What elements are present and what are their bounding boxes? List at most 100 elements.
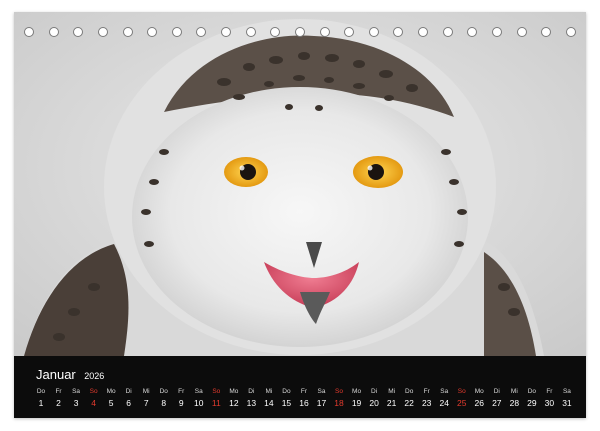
day-column: Mi 14 [262, 387, 276, 415]
day-column: Fr 2 [52, 387, 66, 415]
day-row: Do 1 Fr 2 Sa 3 So 4 Mo 5 Di 6 Mi 7 Do 8 Fr 9 Sa 10 So 11 Mo 12 D… [34, 387, 574, 415]
weekday-label: Sa [440, 388, 449, 395]
day-column: Do 1 [34, 387, 48, 415]
day-number: 9 [178, 398, 184, 408]
owl-right-eye [353, 156, 403, 188]
day-number: 5 [108, 398, 114, 408]
day-number: 8 [161, 398, 167, 408]
calendar-page: Januar 2026 Do 1 Fr 2 Sa 3 So 4 Mo 5 Di 6 Mi 7 Do 8 Fr 9 S… [14, 12, 586, 418]
binding-hole [393, 27, 404, 37]
year-label: 2026 [84, 371, 105, 381]
day-column: Mo 26 [472, 387, 486, 415]
owl-left-eye [224, 157, 268, 187]
day-column: Sa 31 [560, 387, 574, 415]
day-column: Fr 9 [174, 387, 188, 415]
day-column: Sa 17 [315, 387, 329, 415]
day-number: 13 [246, 398, 257, 408]
weekday-label: Fr [546, 388, 553, 395]
binding-hole [270, 27, 281, 37]
day-column: So 25 [455, 387, 469, 415]
day-column: Mi 7 [139, 387, 153, 415]
weekday-label: Di [125, 388, 132, 395]
weekday-label: Mo [474, 388, 484, 395]
day-number: 2 [56, 398, 61, 408]
day-column: Mo 5 [104, 387, 118, 415]
day-number: 3 [73, 398, 79, 408]
day-column: Mo 12 [227, 387, 241, 415]
binding-hole [196, 27, 207, 37]
day-column: Do 15 [279, 387, 293, 415]
day-column: So 18 [332, 387, 346, 415]
weekday-label: Mi [510, 388, 518, 395]
binding-hole [24, 27, 34, 37]
day-column: Sa 24 [437, 387, 451, 415]
day-number: 29 [527, 398, 537, 408]
weekday-label: Mo [106, 388, 116, 395]
weekday-label: Fr [423, 388, 430, 395]
day-number: 6 [126, 398, 132, 408]
binding-hole [516, 27, 527, 37]
binding-hole [245, 27, 256, 37]
binding-hole [541, 27, 552, 37]
day-number: 24 [439, 398, 449, 408]
month-label: Januar [36, 367, 76, 382]
calendar-strip: Januar 2026 Do 1 Fr 2 Sa 3 So 4 Mo 5 Di 6 Mi 7 Do 8 Fr 9 S… [14, 356, 586, 418]
day-column: Di 20 [367, 387, 381, 415]
weekday-label: So [457, 388, 466, 395]
day-number: 17 [316, 398, 327, 408]
day-column: Di 13 [244, 387, 258, 415]
day-column: Do 8 [157, 387, 171, 415]
day-number: 25 [457, 398, 467, 408]
weekday-label: Do [405, 388, 414, 395]
owl-photo [14, 12, 586, 356]
day-number: 15 [281, 398, 292, 408]
day-number: 22 [404, 398, 414, 408]
day-number: 26 [474, 398, 485, 408]
weekday-label: Do [282, 388, 291, 395]
weekday-label: Sa [317, 388, 326, 395]
binding-hole [97, 27, 108, 37]
day-column: Mi 21 [385, 387, 399, 415]
weekday-label: Fr [55, 388, 62, 395]
day-number: 31 [562, 398, 572, 408]
day-number: 4 [91, 398, 96, 408]
weekday-label: Di [371, 388, 378, 395]
binding-hole [48, 27, 59, 37]
spiral-binding [24, 26, 576, 38]
weekday-label: Fr [178, 388, 185, 395]
weekday-label: So [335, 388, 343, 395]
day-column: Fr 30 [542, 387, 556, 415]
day-column: Do 29 [525, 387, 539, 415]
weekday-label: Sa [194, 388, 203, 395]
month-title: Januar 2026 [36, 366, 104, 384]
weekday-label: Fr [300, 388, 308, 395]
day-number: 28 [509, 398, 520, 408]
day-column: Fr 16 [297, 387, 311, 415]
weekday-label: Mo [229, 388, 239, 395]
day-number: 18 [334, 398, 344, 408]
day-column: Di 27 [490, 387, 504, 415]
day-number: 10 [194, 398, 204, 408]
binding-hole [294, 27, 305, 37]
day-number: 19 [351, 398, 362, 408]
weekday-label: Mo [352, 388, 362, 395]
day-number: 1 [38, 398, 44, 408]
binding-hole [565, 27, 576, 37]
day-number: 21 [386, 398, 397, 408]
weekday-label: Sa [72, 388, 81, 395]
weekday-label: Sa [562, 388, 571, 395]
binding-hole [418, 27, 428, 37]
binding-hole [171, 27, 182, 37]
day-column: Sa 10 [192, 387, 206, 415]
weekday-label: Do [36, 388, 46, 395]
weekday-label: Di [248, 388, 255, 395]
binding-hole [467, 27, 478, 37]
binding-hole [147, 27, 158, 37]
weekday-label: Mi [388, 388, 396, 395]
binding-hole [491, 27, 502, 37]
day-column: So 11 [209, 387, 223, 415]
binding-hole [122, 27, 133, 37]
weekday-label: So [89, 388, 98, 395]
day-number: 23 [421, 398, 432, 408]
weekday-label: So [212, 388, 221, 395]
